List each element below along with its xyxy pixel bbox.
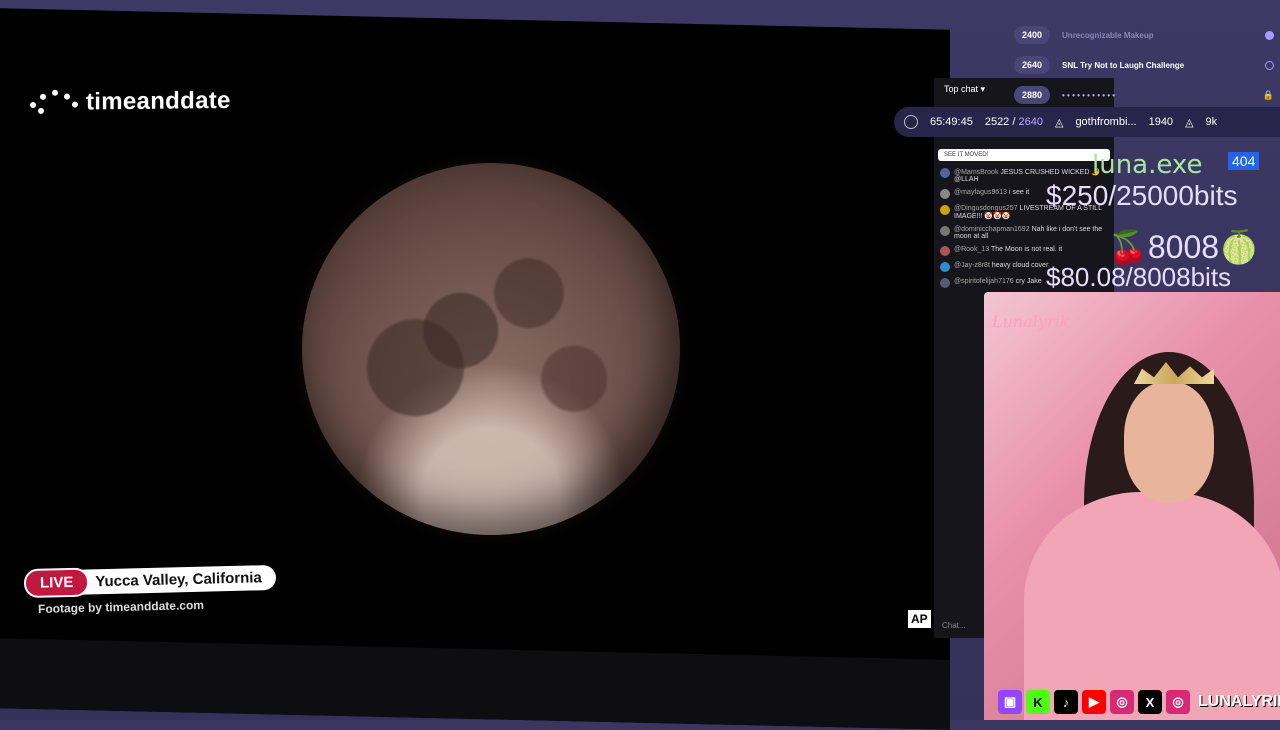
social-links: ▣ K ♪ ▶ ◎ X ◎ LUNALYRIK: [998, 690, 1280, 714]
webcam-feed: Lunalyrik: [984, 292, 1280, 720]
timeanddate-logo: timeanddate: [28, 87, 231, 117]
chat-message: @Rook_13 The Moon is not real. it: [934, 243, 1114, 259]
logo-text: timeanddate: [86, 86, 231, 116]
chat-input[interactable]: Chat...: [942, 621, 966, 630]
goal-row: 2640 SNL Try Not to Laugh Challenge: [1014, 50, 1274, 80]
top-user-amount: 1940: [1148, 116, 1174, 128]
goal-dots-placeholder: • • • • • • • • • • •: [1062, 90, 1116, 100]
goal-amount: 2880: [1014, 86, 1051, 104]
bits-goal-2: $80.08/8008bits: [1046, 262, 1232, 292]
avatar: [940, 246, 950, 256]
lock-icon: 🔒: [1262, 89, 1274, 100]
avatar: [940, 262, 950, 272]
twitch-icon[interactable]: ▣: [998, 690, 1022, 714]
bits-goal-1: $250/25000bits: [1046, 180, 1238, 211]
bits-icon: ◬: [1054, 116, 1064, 129]
stats-bar: 65:49:45 2522 / 2640 ◬ gothfrombi... 194…: [894, 107, 1280, 137]
melon-icon: 🍈: [1219, 229, 1259, 265]
bits-icon: ◬: [1185, 116, 1194, 129]
live-badge: LIVE: [23, 567, 90, 599]
instagram-icon[interactable]: ◎: [1110, 690, 1134, 714]
x-icon[interactable]: X: [1138, 690, 1162, 714]
goal-8008: 🍒8008🍈: [1108, 229, 1259, 265]
avatar: [940, 226, 950, 236]
goals-list: 2400 Unrecognizable Makeup 2640 SNL Try …: [1014, 20, 1274, 110]
social-handle: LUNALYRIK: [1198, 693, 1280, 710]
tag-404: 404: [1228, 152, 1260, 170]
goal-amount: 2400: [1014, 26, 1051, 44]
person-body: [1024, 492, 1280, 720]
tiktok-icon[interactable]: ♪: [1054, 690, 1078, 714]
goal-dot: [1265, 60, 1274, 70]
moon-image: [302, 163, 680, 535]
goal-label: Unrecognizable Makeup: [1062, 30, 1154, 40]
avatar: [940, 168, 950, 178]
goal-label: SNL Try Not to Laugh Challenge: [1062, 60, 1185, 70]
goal-amount: 2640: [1014, 56, 1051, 74]
neon-sign: Lunalyrik: [992, 312, 1070, 331]
pinned-message: SEE IT MOVED!: [938, 149, 1110, 161]
goal-row: 2880 • • • • • • • • • • • 🔒: [1014, 80, 1274, 110]
youtube-icon[interactable]: ▶: [1082, 690, 1106, 714]
live-location-bar: LIVE Yucca Valley, California: [23, 563, 277, 599]
goal-complete-dot: [1265, 30, 1274, 40]
logo-dots-icon: [28, 89, 78, 117]
bits-total: 9k: [1205, 116, 1218, 128]
avatar: [940, 278, 950, 288]
location-label: Yucca Valley, California: [77, 564, 277, 595]
goal-progress: 2522 / 2640: [984, 116, 1043, 128]
instagram-icon[interactable]: ◎: [1166, 690, 1190, 714]
stream-timer: 65:49:45: [930, 116, 973, 128]
luna-exe-label: luna.exe: [1092, 150, 1203, 180]
clock-icon: [904, 115, 918, 129]
cherry-icon: 🍒: [1108, 229, 1148, 265]
goal-row: 2400 Unrecognizable Makeup: [1014, 20, 1274, 50]
kick-icon[interactable]: K: [1026, 690, 1050, 714]
chat-message: @dominicchapman1692 Nah like i don't see…: [934, 223, 1114, 243]
person-face: [1124, 382, 1214, 502]
top-user: gothfrombi...: [1075, 116, 1137, 128]
avatar: [940, 189, 950, 199]
ap-logo: AP: [908, 610, 931, 628]
avatar: [940, 205, 950, 215]
